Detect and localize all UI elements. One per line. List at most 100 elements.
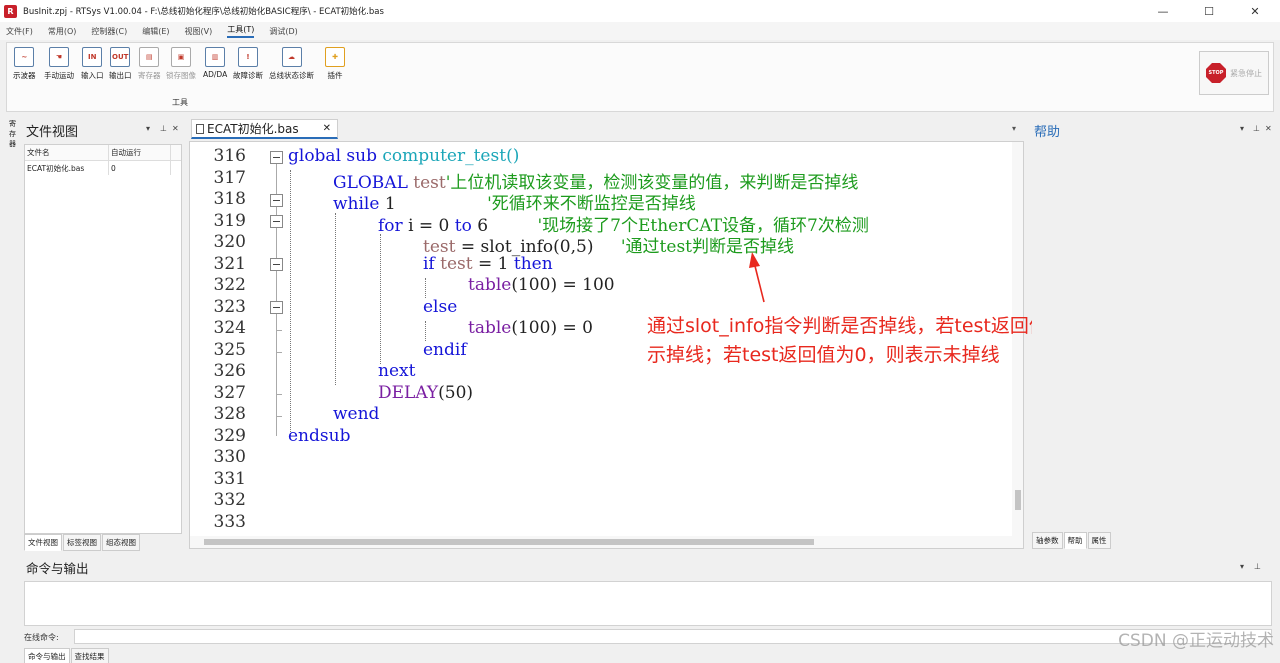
register-button[interactable]: ▤ 寄存器 — [138, 47, 161, 87]
input-port-button[interactable]: IN 输入口 — [81, 47, 104, 87]
fold-toggle[interactable] — [270, 215, 283, 228]
close-icon[interactable]: ✕ — [172, 124, 179, 133]
chevron-down-icon[interactable]: ▾ — [1240, 124, 1244, 133]
indent-guide — [425, 321, 426, 341]
menu-common[interactable]: 常用(O) — [48, 26, 77, 37]
editor-tab-label: ECAT初始化.bas — [207, 122, 299, 136]
estop-label: 紧急停止 — [1230, 68, 1262, 78]
menu-view[interactable]: 视图(V) — [185, 26, 213, 37]
keyword: if — [423, 253, 435, 274]
input-icon: IN — [82, 47, 103, 67]
table-row[interactable]: ECAT初始化.bas 0 — [25, 161, 181, 175]
column-autorun[interactable]: 自动运行 — [109, 145, 171, 160]
tab-config-view[interactable]: 组态视图 — [102, 534, 140, 551]
register-icon: ▤ — [139, 47, 160, 67]
latch-image-button[interactable]: ▣ 锁存图像 — [166, 47, 196, 87]
document-icon — [196, 123, 204, 134]
ribbon: ~ 示波器 ☚ 手动运动 IN 输入口 OUT 输出口 ▤ 寄存器 ▣ 锁存图像… — [6, 42, 1274, 112]
tool-label: 输入口 — [81, 71, 104, 80]
pin-icon[interactable]: ⊥ — [1253, 124, 1260, 133]
code-line: endif — [423, 340, 467, 360]
maximize-button[interactable]: ☐ — [1186, 0, 1232, 22]
editor-tab[interactable]: ECAT初始化.bas ✕ — [191, 119, 338, 139]
args: (0,5) — [553, 237, 594, 257]
args: (100) — [511, 318, 558, 338]
command-panel-tabs: 命令与输出 查找结果 — [24, 648, 110, 663]
line-number: 326 — [213, 361, 246, 381]
online-command-input[interactable] — [74, 629, 1272, 644]
chevron-down-icon[interactable]: ▾ — [1012, 124, 1016, 133]
keyword: endsub — [288, 425, 351, 446]
horizontal-scrollbar[interactable] — [190, 536, 1023, 548]
line-number: 320 — [213, 232, 246, 252]
line-number: 328 — [213, 404, 246, 424]
scroll-thumb[interactable] — [204, 539, 814, 545]
file-view-title: 文件视图 — [26, 125, 79, 140]
tab-label-view[interactable]: 标签视图 — [63, 534, 101, 551]
ad-da-button[interactable]: ▥ AD/DA — [203, 47, 227, 87]
line-number: 322 — [213, 275, 246, 295]
scroll-thumb[interactable] — [1015, 490, 1021, 510]
paren: () — [506, 146, 520, 166]
pin-icon[interactable]: ⊥ — [160, 124, 167, 133]
chevron-down-icon[interactable]: ▾ — [1240, 562, 1244, 571]
sub-name: computer_test — [382, 146, 507, 166]
pin-icon[interactable]: ⊥ — [1254, 562, 1261, 571]
chevron-down-icon[interactable]: ▾ — [146, 124, 150, 133]
menu-edit[interactable]: 编辑(E) — [142, 26, 169, 37]
menu-tools[interactable]: 工具(T) — [227, 24, 255, 38]
code-line: table(100) = 0 — [468, 318, 593, 338]
code-line: else — [423, 297, 457, 317]
indent-guide — [425, 278, 426, 298]
help-tabs: 轴参数 帮助 属性 — [1032, 532, 1112, 549]
menu-debug[interactable]: 调试(D) — [269, 26, 297, 37]
tab-help[interactable]: 帮助 — [1063, 532, 1087, 549]
manual-motion-button[interactable]: ☚ 手动运动 — [44, 47, 74, 87]
operator: = 1 — [478, 253, 509, 274]
plugin-button[interactable]: ✚ 插件 — [325, 47, 345, 87]
line-number: 327 — [213, 382, 246, 403]
tool-label: 总线状态诊断 — [269, 71, 314, 80]
help-content — [1032, 144, 1272, 532]
stop-sign-icon: STOP — [1206, 63, 1226, 83]
register-side-tab[interactable]: 寄 存 器 — [6, 118, 20, 548]
minimize-button[interactable]: — — [1140, 0, 1186, 22]
keyword: endif — [423, 339, 467, 360]
menu-controller[interactable]: 控制器(C) — [91, 26, 127, 37]
tab-command-output[interactable]: 命令与输出 — [24, 648, 70, 663]
tab-axis-params[interactable]: 轴参数 — [1032, 532, 1063, 549]
code-line: DELAY(50) — [378, 383, 473, 403]
tool-label: 锁存图像 — [166, 71, 196, 80]
tab-search-results[interactable]: 查找结果 — [70, 648, 109, 663]
close-tab-icon[interactable]: ✕ — [323, 123, 331, 134]
output-port-button[interactable]: OUT 输出口 — [109, 47, 132, 87]
line-number: 333 — [213, 511, 246, 532]
line-number: 329 — [213, 425, 246, 446]
puzzle-icon: ✚ — [325, 47, 345, 67]
oscilloscope-button[interactable]: ~ 示波器 — [13, 47, 36, 87]
command-output-panel: 命令与输出 ▾ ⊥ 在线命令: — [22, 554, 1274, 649]
title-bar: R BusInit.zpj - RTSys V1.00.04 - F:\总线初始… — [0, 0, 1280, 22]
tab-properties[interactable]: 属性 — [1087, 532, 1111, 549]
fold-toggle[interactable] — [270, 258, 283, 271]
emergency-stop-button[interactable]: STOP 紧急停止 — [1199, 51, 1269, 95]
tool-label: AD/DA — [203, 70, 228, 79]
column-filename[interactable]: 文件名 — [25, 145, 109, 160]
line-number: 319 — [213, 210, 246, 231]
fold-toggle[interactable] — [270, 301, 283, 314]
fold-toggle[interactable] — [270, 151, 283, 164]
tab-file-view[interactable]: 文件视图 — [24, 534, 62, 551]
tool-label: 故障诊断 — [233, 71, 263, 80]
fold-toggle[interactable] — [270, 194, 283, 207]
line-number: 317 — [213, 167, 246, 188]
keyword: then — [513, 253, 553, 274]
ribbon-group-label: 工具 — [172, 98, 188, 107]
code-line: if test = 1 then — [423, 254, 553, 274]
close-button[interactable]: ✕ — [1232, 0, 1278, 22]
menu-file[interactable]: 文件(F) — [6, 26, 33, 37]
keyword: while — [333, 194, 380, 214]
bus-diagnosis-button[interactable]: ☁ 总线状态诊断 — [269, 47, 314, 87]
keyword: else — [423, 296, 458, 317]
fault-diagnosis-button[interactable]: ! 故障诊断 — [233, 47, 263, 87]
close-icon[interactable]: ✕ — [1265, 124, 1272, 133]
